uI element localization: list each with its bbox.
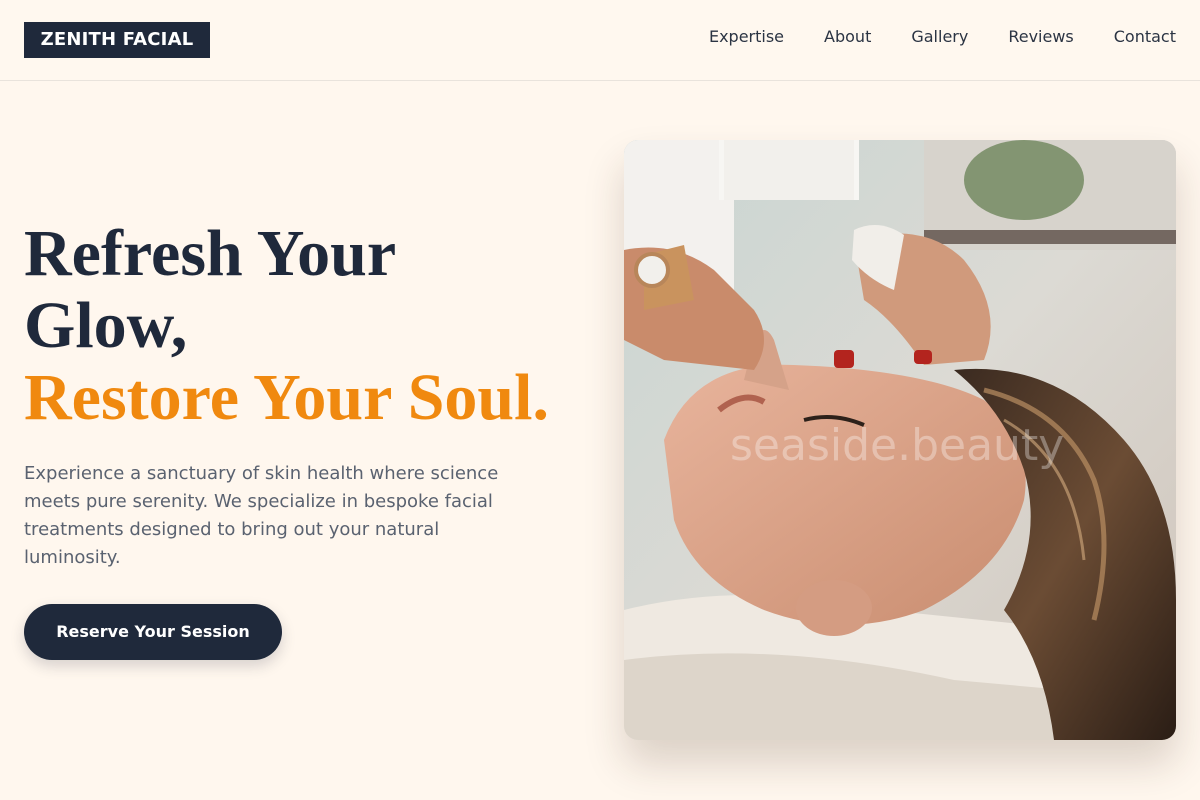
hero-title-line-2: Glow, — [24, 289, 188, 362]
reserve-session-button[interactable]: Reserve Your Session — [24, 604, 282, 660]
image-watermark: seaside.beauty — [730, 420, 1065, 471]
main-nav: Expertise About Gallery Reviews Contact — [709, 26, 1176, 48]
hero-title-accent: Restore Your Soul. — [24, 361, 549, 434]
nav-link-about[interactable]: About — [824, 26, 871, 48]
nav-link-reviews[interactable]: Reviews — [1008, 26, 1073, 48]
hero-title: Refresh Your Glow, Restore Your Soul. — [24, 218, 604, 434]
nav-link-gallery[interactable]: Gallery — [911, 26, 968, 48]
hero-title-line-1: Refresh Your — [24, 217, 397, 290]
nav-link-expertise[interactable]: Expertise — [709, 26, 784, 48]
hero-description: Experience a sanctuary of skin health wh… — [24, 463, 499, 568]
nav-link-contact[interactable]: Contact — [1114, 26, 1176, 48]
brand-logo[interactable]: ZENITH FACIAL — [24, 22, 210, 58]
site-header: ZENITH FACIAL Expertise About Gallery Re… — [0, 0, 1200, 81]
